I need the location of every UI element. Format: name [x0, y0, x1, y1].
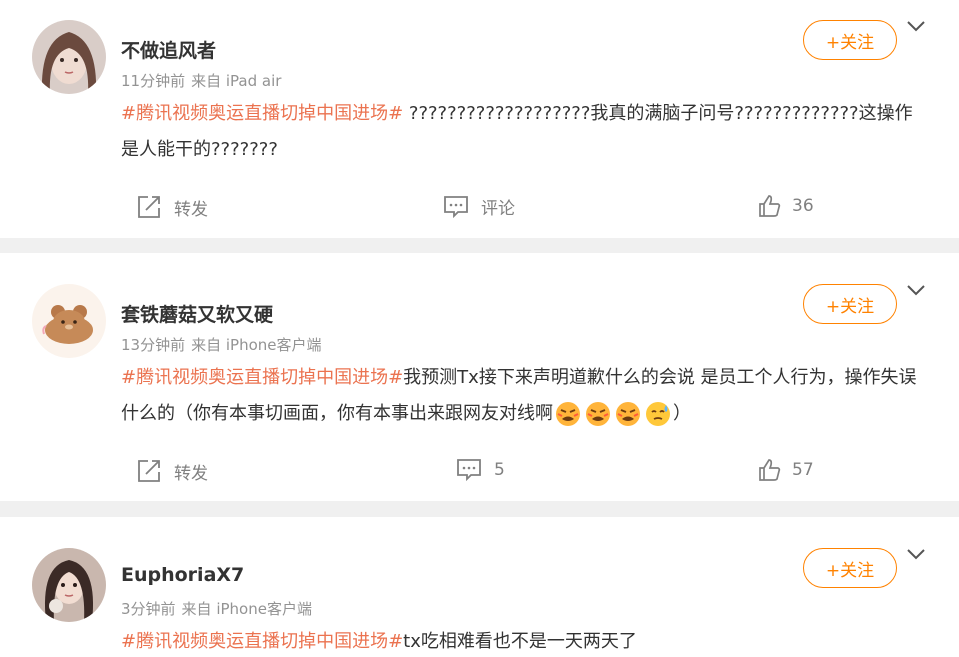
chevron-down-icon[interactable]: [905, 19, 927, 33]
action-bar: 转发 评论 36: [0, 194, 959, 224]
username[interactable]: EuphoriaX7: [121, 564, 244, 586]
avatar[interactable]: [32, 548, 106, 622]
action-bar: 转发 5 57: [0, 458, 959, 488]
follow-label: +关注: [825, 32, 875, 53]
repost-label: 转发: [174, 463, 208, 484]
follow-button[interactable]: +关注: [803, 284, 897, 324]
follow-label: +关注: [825, 560, 875, 581]
hashtag-link[interactable]: #腾讯视频奥运直播切掉中国进场#: [121, 367, 403, 388]
angry-face-icon: [616, 402, 640, 426]
angry-face-icon: [586, 402, 610, 426]
post-meta: 3分钟前 来自 iPhone客户端: [121, 598, 312, 619]
repost-icon: [138, 196, 160, 218]
post-source: 来自 iPad air: [191, 72, 282, 90]
follow-button[interactable]: +关注: [803, 20, 897, 60]
post-text-end: ）: [673, 403, 691, 424]
chevron-down-icon[interactable]: [905, 547, 927, 561]
comment-button[interactable]: 5: [456, 458, 505, 482]
angry-face-icon: [556, 402, 580, 426]
post-content: #腾讯视频奥运直播切掉中国进场#我预测Tx接下来声明道歉什么的会说 是员工个人行…: [121, 360, 921, 432]
repost-button[interactable]: 转发: [136, 458, 208, 484]
avatar[interactable]: [32, 284, 106, 358]
post-source: 来自 iPhone客户端: [191, 336, 322, 354]
comment-count: 5: [494, 460, 505, 480]
comment-icon: [444, 195, 468, 218]
username[interactable]: 不做追风者: [121, 36, 216, 63]
post-card: 套铁蘑菇又软又硬 13分钟前 来自 iPhone客户端 +关注 #腾讯视频奥运直播…: [0, 253, 959, 501]
repost-icon: [138, 460, 160, 482]
thumbs-up-icon: [759, 459, 781, 481]
post-time[interactable]: 3分钟前: [121, 600, 176, 618]
follow-label: +关注: [825, 296, 875, 317]
post-time[interactable]: 11分钟前: [121, 72, 185, 90]
sweat-face-icon: [646, 402, 670, 426]
post-source: 来自 iPhone客户端: [181, 600, 312, 618]
post-card: 不做追风者 11分钟前 来自 iPad air +关注 #腾讯视频奥运直播切掉中国…: [0, 0, 959, 238]
repost-button[interactable]: 转发: [136, 194, 208, 220]
post-content: #腾讯视频奥运直播切掉中国进场# ???????????????????我真的满…: [121, 96, 921, 168]
post-meta: 13分钟前 来自 iPhone客户端: [121, 334, 322, 355]
like-count: 36: [792, 196, 814, 216]
follow-button[interactable]: +关注: [803, 548, 897, 588]
hashtag-link[interactable]: #腾讯视频奥运直播切掉中国进场#: [121, 631, 403, 652]
like-count: 57: [792, 460, 814, 480]
username[interactable]: 套铁蘑菇又软又硬: [121, 300, 273, 327]
repost-label: 转发: [174, 199, 208, 220]
post-text: tx吃相难看也不是一天两天了: [403, 631, 637, 652]
comment-icon: [457, 459, 481, 482]
comment-label: 评论: [481, 199, 515, 219]
post-card: EuphoriaX7 3分钟前 来自 iPhone客户端 +关注 #腾讯视频奥运直…: [0, 517, 959, 657]
post-content: #腾讯视频奥运直播切掉中国进场#tx吃相难看也不是一天两天了: [121, 624, 921, 657]
thumbs-up-icon: [759, 195, 781, 217]
like-button[interactable]: 57: [758, 458, 814, 482]
comment-button[interactable]: 评论: [443, 194, 515, 219]
post-meta: 11分钟前 来自 iPad air: [121, 70, 281, 91]
avatar[interactable]: [32, 20, 106, 94]
hashtag-link[interactable]: #腾讯视频奥运直播切掉中国进场#: [121, 103, 403, 124]
chevron-down-icon[interactable]: [905, 283, 927, 297]
post-time[interactable]: 13分钟前: [121, 336, 185, 354]
like-button[interactable]: 36: [758, 194, 814, 218]
